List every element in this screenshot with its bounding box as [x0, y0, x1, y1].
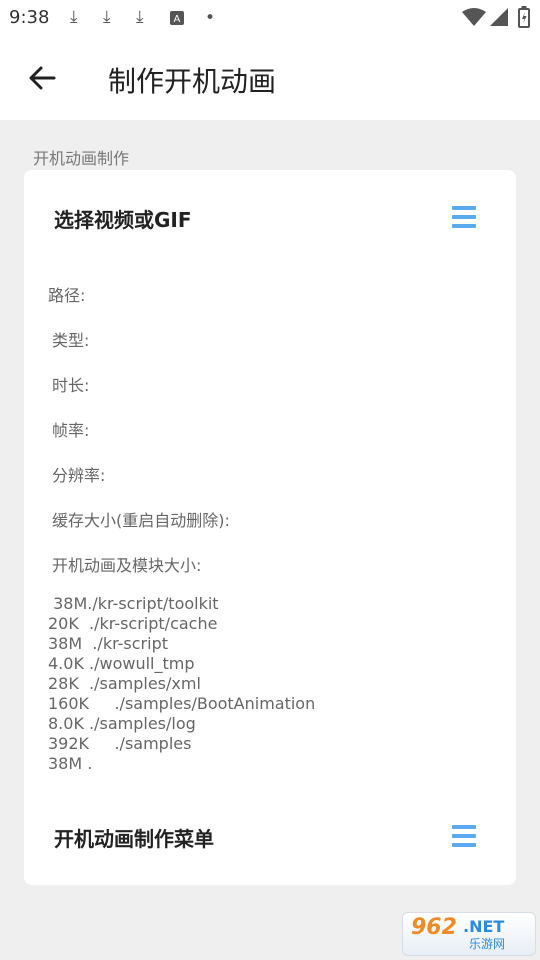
- watermark-logo: 962 .NET 乐游网: [402, 912, 536, 956]
- download-icon: ⤓: [136, 7, 144, 27]
- svg-text:A: A: [174, 14, 181, 25]
- size-row: 38M .: [48, 754, 93, 773]
- size-row: 392K ./samples: [48, 734, 192, 753]
- select-video-gif-row[interactable]: 选择视频或GIF: [54, 198, 489, 238]
- font-app-icon: A: [170, 10, 184, 30]
- watermark-cn: 乐游网: [469, 937, 506, 951]
- section-label: 开机动画制作: [33, 149, 130, 168]
- boot-animation-card: 选择视频或GIF 路径: 类型: 时长: 帧率: 分辨率: 缓存大小(重启自动删…: [24, 170, 516, 885]
- info-duration: 时长:: [52, 376, 90, 395]
- watermark-number: 962: [411, 915, 457, 940]
- signal-icon: [490, 8, 508, 31]
- download-icon: ⤓: [103, 7, 111, 27]
- back-arrow-icon[interactable]: [26, 62, 58, 94]
- size-row: 38M./kr-script/toolkit: [48, 594, 219, 613]
- info-type: 类型:: [52, 331, 90, 350]
- app-bar: 制作开机动画: [0, 36, 540, 120]
- wifi-icon: [462, 8, 486, 31]
- size-row: 38M ./kr-script: [48, 634, 168, 653]
- dot-icon: •: [205, 8, 216, 28]
- size-row: 4.0K ./wowull_tmp: [48, 654, 195, 673]
- status-time: 9:38: [9, 7, 50, 28]
- menu-icon[interactable]: [452, 206, 476, 230]
- size-row: 28K ./samples/xml: [48, 674, 201, 693]
- info-cache: 缓存大小(重启自动删除):: [52, 511, 230, 530]
- boot-animation-menu-row[interactable]: 开机动画制作菜单: [54, 817, 489, 857]
- info-path: 路径:: [48, 286, 86, 305]
- size-row: 160K ./samples/BootAnimation: [48, 694, 316, 713]
- watermark-net: .NET: [463, 917, 505, 936]
- status-bar: 9:38 ⤓ ⤓ ⤓ A •: [0, 0, 540, 36]
- info-resolution: 分辨率:: [52, 466, 106, 485]
- battery-charging-icon: [518, 6, 530, 33]
- select-video-gif-title: 选择视频或GIF: [54, 208, 192, 232]
- info-module-size: 开机动画及模块大小:: [52, 556, 202, 575]
- page-title: 制作开机动画: [108, 65, 277, 98]
- info-framerate: 帧率:: [52, 421, 90, 440]
- size-row: 20K ./kr-script/cache: [48, 614, 218, 633]
- download-icon: ⤓: [70, 7, 78, 27]
- size-row: 8.0K ./samples/log: [48, 714, 196, 733]
- menu-icon[interactable]: [452, 825, 476, 849]
- boot-animation-menu-title: 开机动画制作菜单: [54, 827, 214, 851]
